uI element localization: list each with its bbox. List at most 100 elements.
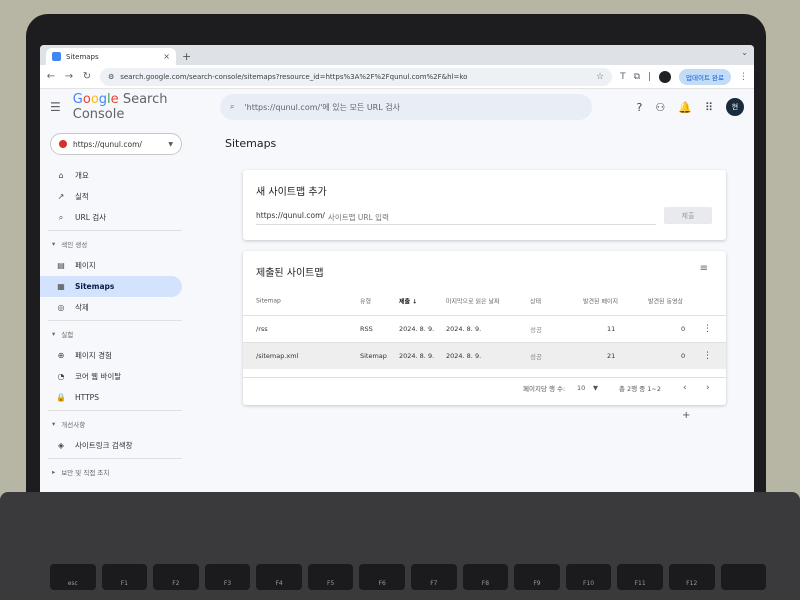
key-f8: F8 [462, 564, 509, 590]
sidebar-item-sitemaps[interactable]: ▦ Sitemaps [40, 276, 182, 297]
add-sitemap-card: 새 사이트맵 추가 https://qunul.com/ 제출 [243, 170, 726, 240]
sitemap-url-input[interactable] [327, 211, 656, 224]
key-f9: F9 [514, 564, 560, 590]
search-icon: ⌕ [230, 102, 235, 111]
column-header[interactable]: 마지막으로 읽은 날짜 [446, 297, 500, 306]
property-selector[interactable]: https://qunul.com/ ▼ [50, 133, 182, 155]
caret-down-icon: ▾ [52, 330, 56, 338]
sidebar-item-performance[interactable]: ↗ 실적 [40, 186, 182, 207]
chevron-left-icon[interactable]: ‹ [683, 383, 687, 393]
gauge-icon: ◔ [57, 372, 65, 381]
site-info-icon[interactable]: ⚙ [108, 73, 114, 81]
page-title: Sitemaps [225, 137, 277, 150]
rows-per-page-select[interactable]: 10 [577, 384, 585, 392]
apps-grid-icon[interactable]: ⠿ [705, 101, 713, 114]
header-actions: ? ⚇ 🔔 ⠿ 현 [637, 98, 744, 116]
function-key-row: esc F1 F2 F3 F4 F5 F6 F7 F8 F9 F10 F11 F… [50, 564, 767, 590]
tab-search-chevron-icon[interactable]: ⌄ [741, 48, 748, 57]
column-header[interactable]: 발견된 페이지 [583, 297, 618, 306]
lock-icon: 🔒 [56, 393, 66, 402]
diamond-icon: ◈ [57, 441, 65, 450]
reload-icon[interactable]: ↻ [82, 71, 92, 82]
caret-down-icon: ▾ [52, 240, 56, 248]
section-security[interactable]: ▸ 보안 및 직접 조치 [40, 461, 190, 483]
browser-window: Sitemaps × + ⌄ ← → ↻ ⚙ search.google.com… [40, 45, 754, 492]
profile-avatar-icon[interactable] [659, 70, 672, 83]
key-power [720, 564, 767, 590]
extensions-puzzle-icon[interactable]: ⧉ [634, 72, 640, 82]
rows-per-page-label: 페이지당 행 수: [523, 384, 566, 393]
key-f3: F3 [204, 564, 251, 590]
new-tab-button[interactable]: + [182, 49, 191, 65]
property-url: https://qunul.com/ [73, 139, 142, 149]
section-experience[interactable]: ▾ 실험 [40, 323, 190, 345]
url-inspection-search[interactable]: ⌕ 'https://qunul.com/'에 있는 모든 URL 검사 [220, 94, 592, 120]
plus-icon: + [682, 410, 691, 421]
table-row[interactable]: /sitemap.xml Sitemap 2024. 8. 9. 2024. 8… [243, 342, 726, 369]
close-icon[interactable]: × [163, 52, 170, 61]
status-badge: 성공 [530, 353, 542, 361]
property-favicon-icon [59, 140, 67, 148]
key-f4: F4 [256, 564, 302, 590]
url-text: search.google.com/search-console/sitemap… [120, 72, 468, 81]
caret-right-icon: ▸ [52, 468, 56, 476]
translate-icon[interactable]: T [620, 72, 626, 82]
sidebar-item-overview[interactable]: ⌂ 개요 [40, 165, 182, 186]
tab-sitemaps[interactable]: Sitemaps × [46, 48, 176, 65]
bookmark-star-icon[interactable]: ☆ [596, 72, 604, 82]
filter-icon[interactable]: ≡ [700, 263, 708, 274]
pages-icon: ▤ [57, 261, 65, 270]
back-arrow-icon[interactable]: ← [46, 71, 56, 82]
sidebar-item-sitelinks-searchbox[interactable]: ◈ 사이트링크 검색창 [40, 435, 182, 456]
sidebar-item-pages[interactable]: ▤ 페이지 [40, 255, 182, 276]
divider [48, 230, 182, 231]
sitemap-icon: ▦ [57, 282, 65, 291]
key-f10: F10 [565, 564, 612, 590]
submitted-sitemaps-card: 제출된 사이트맵 ≡ Sitemap 유형 제출 ↓ 마지막으로 읽은 날짜 상… [243, 251, 726, 405]
key-f12: F12 [668, 564, 715, 590]
column-header-sorted[interactable]: 제출 ↓ [399, 297, 417, 306]
sidebar-item-core-web-vitals[interactable]: ◔ 코어 웹 바이탈 [40, 366, 182, 387]
removal-eye-icon: ◎ [57, 303, 65, 312]
column-header[interactable]: 상태 [530, 297, 541, 306]
status-badge: 성공 [530, 326, 542, 334]
help-icon[interactable]: ? [637, 101, 643, 114]
row-menu-kebab-icon[interactable]: ⋮ [703, 324, 712, 334]
browser-menu-kebab-icon[interactable]: ⋮ [739, 72, 748, 82]
chevron-right-icon[interactable]: › [706, 383, 710, 393]
search-console-logo[interactable]: Google Search Console [73, 92, 223, 122]
sidebar-item-https[interactable]: 🔒 HTTPS [40, 387, 182, 408]
table-row[interactable]: /rss RSS 2024. 8. 9. 2024. 8. 9. 성공 11 0… [243, 315, 726, 342]
key-esc: esc [50, 564, 96, 590]
manage-users-icon[interactable]: ⚇ [655, 101, 665, 114]
sidebar-item-removals[interactable]: ◎ 삭제 [40, 297, 182, 318]
key-f1: F1 [101, 564, 148, 590]
trending-up-icon: ↗ [57, 192, 65, 201]
column-header[interactable]: 유형 [360, 297, 371, 306]
forward-arrow-icon[interactable]: → [64, 71, 74, 82]
key-f2: F2 [153, 564, 199, 590]
address-bar[interactable]: ⚙ search.google.com/search-console/sitem… [100, 67, 613, 86]
notifications-bell-icon[interactable]: 🔔 [678, 101, 692, 114]
row-menu-kebab-icon[interactable]: ⋮ [703, 351, 712, 361]
key-f11: F11 [617, 564, 663, 590]
key-f5: F5 [307, 564, 354, 590]
submit-button[interactable]: 제출 [664, 207, 712, 224]
home-icon: ⌂ [58, 171, 64, 180]
key-f7: F7 [411, 564, 457, 590]
section-enhancements[interactable]: ▾ 개선사항 [40, 413, 190, 435]
plus-circle-icon: ⊕ [57, 351, 65, 360]
sidebar-item-url-inspection[interactable]: ⌕ URL 검사 [40, 207, 182, 228]
sitemap-url-row: https://qunul.com/ [256, 211, 656, 225]
sidebar-item-page-experience[interactable]: ⊕ 페이지 경험 [40, 345, 182, 366]
section-indexing[interactable]: ▾ 색인 생성 [40, 233, 190, 255]
account-avatar[interactable]: 현 [726, 98, 744, 116]
hamburger-menu-icon[interactable]: ☰ [50, 100, 61, 114]
pagination: 페이지당 행 수: 10 ▼ 총 2행 중 1~2 ‹ › [243, 377, 726, 397]
sidebar: https://qunul.com/ ▼ ⌂ 개요 ↗ 실적 ⌕ URL 검사 ▾ 색인… [40, 125, 190, 492]
column-header[interactable]: Sitemap [256, 298, 281, 305]
url-prefix: https://qunul.com/ [256, 211, 325, 220]
column-header[interactable]: 발견된 동영상 [648, 297, 683, 306]
update-button[interactable]: 업데이트 완료 [679, 68, 731, 85]
caret-down-icon[interactable]: ▼ [593, 384, 598, 392]
